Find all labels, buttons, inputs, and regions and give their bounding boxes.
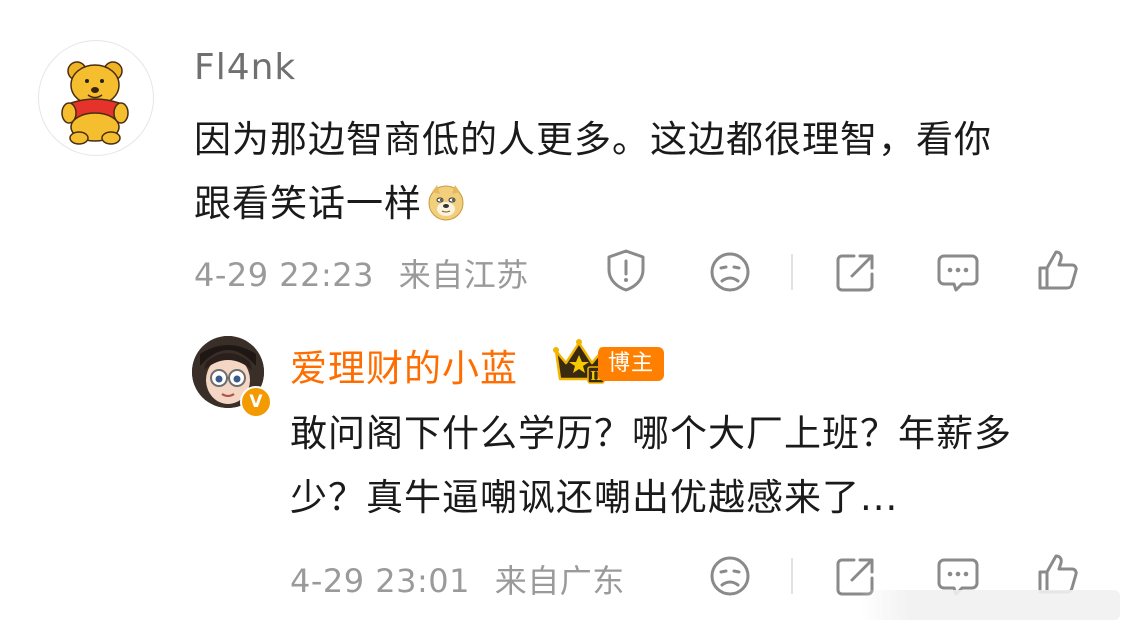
reply-meta: 4-29 23:01 来自广东 [290, 556, 625, 602]
reply-username[interactable]: 爱理财的小蓝 [290, 338, 518, 392]
report-icon[interactable] [602, 246, 650, 294]
comment-text-line-2: 跟看笑话一样 [194, 172, 1084, 236]
comment-location: 来自江苏 [398, 256, 529, 294]
reply-icon[interactable] [934, 248, 982, 296]
action-separator [791, 254, 793, 290]
avatar[interactable] [38, 40, 154, 156]
reply-time: 4-29 23:01 [290, 562, 471, 600]
blogger-badge: 博主 [598, 347, 665, 381]
doge-emoji-icon [426, 178, 466, 221]
reply-text: 敢问阁下什么学历？哪个大厂上班？年薪多 少？真牛逼嘲讽还嘲出优越感来了... [290, 402, 1090, 530]
verified-badge-icon: V [240, 386, 272, 418]
pooh-avatar-image [61, 61, 129, 145]
dislike-face-icon[interactable] [706, 248, 754, 296]
comment-text: 因为那边智商低的人更多。这边都很理智，看你 跟看笑话一样 [194, 108, 1084, 236]
dislike-face-icon[interactable] [706, 552, 754, 600]
reply-text-line-1: 敢问阁下什么学历？哪个大厂上班？年薪多 [290, 412, 1012, 455]
comment-text-line-2-content: 跟看笑话一样 [194, 182, 422, 225]
like-icon[interactable] [1034, 246, 1082, 294]
action-separator [791, 558, 793, 594]
share-icon[interactable] [832, 248, 880, 296]
reply-location: 来自广东 [494, 562, 625, 600]
reply-text-line-2: 少？真牛逼嘲讽还嘲出优越感来了... [290, 476, 899, 519]
comment-text-line-1: 因为那边智商低的人更多。这边都很理智，看你 [194, 118, 992, 161]
comment-meta: 4-29 22:23 来自江苏 [194, 250, 529, 296]
comment-time: 4-29 22:23 [194, 256, 375, 294]
watermark-overlay [860, 590, 1120, 620]
comment-username[interactable]: Fl4nk [194, 47, 296, 88]
